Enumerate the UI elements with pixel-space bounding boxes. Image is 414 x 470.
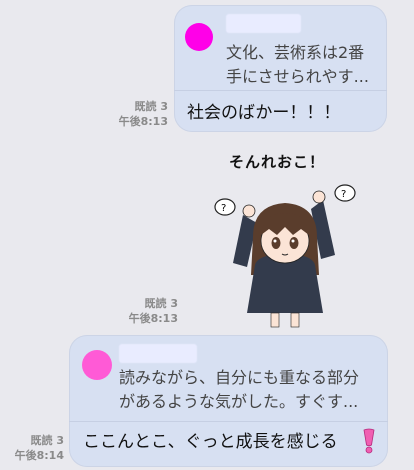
reply-text: ここんとこ、ぐっと成長を感じる [83, 432, 338, 452]
message-meta-3: 既読 3 午後8:14 [0, 433, 64, 463]
message-meta-1: 既読 3 午後8:13 [96, 99, 168, 129]
pink-exclamation-icon [363, 428, 375, 454]
quote-text: 読みながら、自分にも重なる部分 があるような気がした。すぐす... [119, 368, 360, 411]
message-bubble-3[interactable]: 読みながら、自分にも重なる部分 があるような気がした。すぐす... ここんとこ、… [69, 335, 388, 467]
message-meta-2: 既読 3 午後8:13 [106, 296, 178, 326]
quoted-message-3[interactable]: 読みながら、自分にも重なる部分 があるような気がした。すぐす... [69, 335, 388, 422]
read-receipt: 既読 3 [144, 297, 178, 310]
blurred-sender-name [119, 344, 197, 363]
timestamp: 午後8:13 [128, 312, 178, 325]
quote-text: 文化、芸術系は2番 手にさせられやす... [226, 43, 369, 86]
avatar [185, 23, 213, 51]
read-receipt: 既読 3 [134, 100, 168, 113]
sticker-girl-icon: ? ? [214, 184, 356, 328]
avatar [82, 350, 112, 380]
svg-text:?: ? [221, 203, 226, 214]
svg-text:?: ? [341, 189, 346, 200]
blurred-sender-name [226, 14, 301, 33]
timestamp: 午後8:14 [14, 449, 64, 462]
message-bubble-1[interactable]: 文化、芸術系は2番 手にさせられやす... 社会のばかー！！！ [174, 5, 387, 132]
sticker[interactable]: そんれおこ！ ? ? [209, 145, 359, 330]
reply-text: 社会のばかー！！！ [187, 103, 341, 123]
timestamp: 午後8:13 [118, 115, 168, 128]
quoted-message-1[interactable]: 文化、芸術系は2番 手にさせられやす... [174, 5, 387, 91]
read-receipt: 既読 3 [30, 434, 64, 447]
